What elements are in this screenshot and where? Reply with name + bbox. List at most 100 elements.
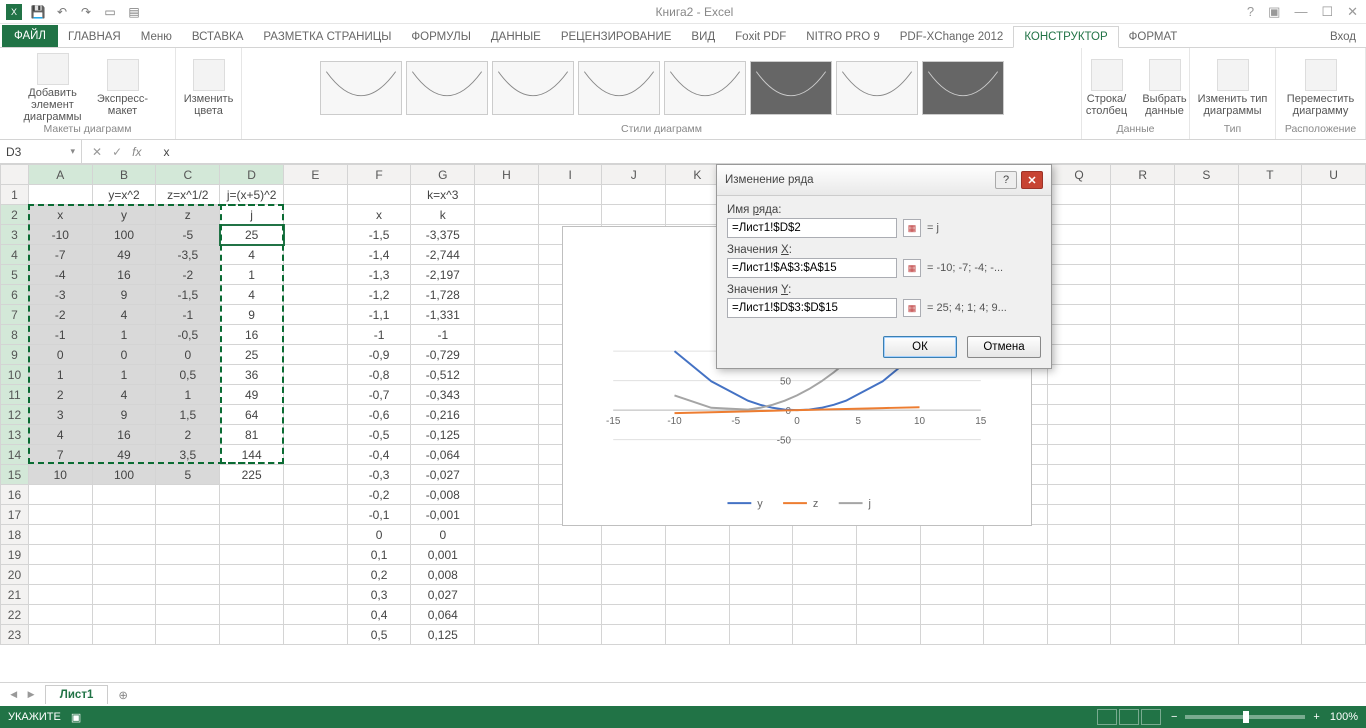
- row-header[interactable]: 23: [1, 625, 29, 645]
- cell[interactable]: 0,5: [347, 625, 411, 645]
- cell[interactable]: -2,744: [411, 245, 475, 265]
- tab-page-layout[interactable]: РАЗМЕТКА СТРАНИЦЫ: [253, 27, 401, 47]
- cell[interactable]: [1047, 365, 1111, 385]
- cell[interactable]: [729, 525, 793, 545]
- cell[interactable]: [1302, 445, 1366, 465]
- cell[interactable]: [1238, 225, 1302, 245]
- cell[interactable]: 100: [92, 465, 156, 485]
- cell[interactable]: [220, 585, 284, 605]
- cell[interactable]: [1302, 185, 1366, 205]
- cell[interactable]: [28, 545, 92, 565]
- chart-style-thumb[interactable]: [750, 61, 832, 115]
- row-header[interactable]: 21: [1, 585, 29, 605]
- cell[interactable]: [1047, 585, 1111, 605]
- cell[interactable]: -1,3: [347, 265, 411, 285]
- cell[interactable]: [984, 565, 1048, 585]
- cell[interactable]: [284, 425, 348, 445]
- undo-icon[interactable]: ↶: [54, 4, 70, 20]
- range-picker-icon[interactable]: ▦: [903, 219, 921, 237]
- tab-nitro[interactable]: NITRO PRO 9: [796, 27, 889, 47]
- cancel-formula-icon[interactable]: ✕: [92, 145, 102, 159]
- cell[interactable]: -0,512: [411, 365, 475, 385]
- redo-icon[interactable]: ↷: [78, 4, 94, 20]
- cell[interactable]: 81: [220, 425, 284, 445]
- cell[interactable]: [1111, 445, 1175, 465]
- name-box[interactable]: D3▾: [0, 140, 82, 163]
- cell[interactable]: [1175, 565, 1239, 585]
- sheet-nav-next-icon[interactable]: ►: [25, 689, 36, 701]
- cell[interactable]: 3: [28, 405, 92, 425]
- cell[interactable]: 144: [220, 445, 284, 465]
- column-header[interactable]: J: [602, 165, 666, 185]
- cell[interactable]: [475, 205, 539, 225]
- cell[interactable]: [1238, 605, 1302, 625]
- tab-view[interactable]: ВИД: [681, 27, 725, 47]
- cell[interactable]: [475, 405, 539, 425]
- cell[interactable]: -0,343: [411, 385, 475, 405]
- cell[interactable]: [475, 345, 539, 365]
- cell[interactable]: 49: [92, 245, 156, 265]
- cell[interactable]: [1175, 525, 1239, 545]
- cell[interactable]: k: [411, 205, 475, 225]
- chart-styles-gallery[interactable]: [320, 52, 1004, 123]
- cell[interactable]: [284, 605, 348, 625]
- cell[interactable]: -2: [156, 265, 220, 285]
- cell[interactable]: 0,3: [347, 585, 411, 605]
- cell[interactable]: [28, 505, 92, 525]
- cell[interactable]: [1302, 345, 1366, 365]
- chart-style-thumb[interactable]: [578, 61, 660, 115]
- cell[interactable]: [1238, 485, 1302, 505]
- cell[interactable]: 7: [28, 445, 92, 465]
- cell[interactable]: [1238, 205, 1302, 225]
- tab-data[interactable]: ДАННЫЕ: [481, 27, 551, 47]
- cell[interactable]: [1175, 225, 1239, 245]
- cell[interactable]: [1238, 265, 1302, 285]
- cell[interactable]: [920, 605, 984, 625]
- cell[interactable]: [28, 625, 92, 645]
- column-header[interactable]: C: [156, 165, 220, 185]
- cell[interactable]: [856, 525, 920, 545]
- cell[interactable]: [92, 525, 156, 545]
- cell[interactable]: [1111, 585, 1175, 605]
- column-header[interactable]: A: [28, 165, 92, 185]
- column-header[interactable]: E: [284, 165, 348, 185]
- cell[interactable]: 36: [220, 365, 284, 385]
- tab-insert[interactable]: ВСТАВКА: [182, 27, 254, 47]
- cell[interactable]: [602, 205, 666, 225]
- cell[interactable]: [1302, 205, 1366, 225]
- cell[interactable]: 9: [92, 285, 156, 305]
- cell[interactable]: [1175, 505, 1239, 525]
- cell[interactable]: 0: [411, 525, 475, 545]
- tab-menu[interactable]: Меню: [131, 27, 182, 47]
- cell[interactable]: [220, 565, 284, 585]
- cell[interactable]: [1047, 605, 1111, 625]
- cell[interactable]: [284, 625, 348, 645]
- cell[interactable]: 16: [92, 425, 156, 445]
- formula-input[interactable]: x: [157, 145, 1366, 159]
- cell[interactable]: [156, 505, 220, 525]
- cell[interactable]: [284, 405, 348, 425]
- cell[interactable]: [92, 605, 156, 625]
- new-icon[interactable]: ▭: [102, 4, 118, 20]
- range-picker-icon[interactable]: ▦: [903, 299, 921, 317]
- cell[interactable]: -0,6: [347, 405, 411, 425]
- cell[interactable]: k=x^3: [411, 185, 475, 205]
- cell[interactable]: [920, 545, 984, 565]
- cell[interactable]: [602, 585, 666, 605]
- cell[interactable]: [984, 525, 1048, 545]
- cell[interactable]: [1302, 625, 1366, 645]
- cell[interactable]: [156, 605, 220, 625]
- cell[interactable]: [1238, 365, 1302, 385]
- cell[interactable]: -0,2: [347, 485, 411, 505]
- cell[interactable]: 0,5: [156, 365, 220, 385]
- move-chart-button[interactable]: Переместить диаграмму: [1281, 59, 1361, 117]
- cell[interactable]: [1111, 305, 1175, 325]
- save-icon[interactable]: 💾: [30, 4, 46, 20]
- cell[interactable]: -0,027: [411, 465, 475, 485]
- cell[interactable]: 1,5: [156, 405, 220, 425]
- row-header[interactable]: 3: [1, 225, 29, 245]
- cell[interactable]: [729, 565, 793, 585]
- cell[interactable]: [729, 625, 793, 645]
- cell[interactable]: -0,1: [347, 505, 411, 525]
- chart-style-thumb[interactable]: [664, 61, 746, 115]
